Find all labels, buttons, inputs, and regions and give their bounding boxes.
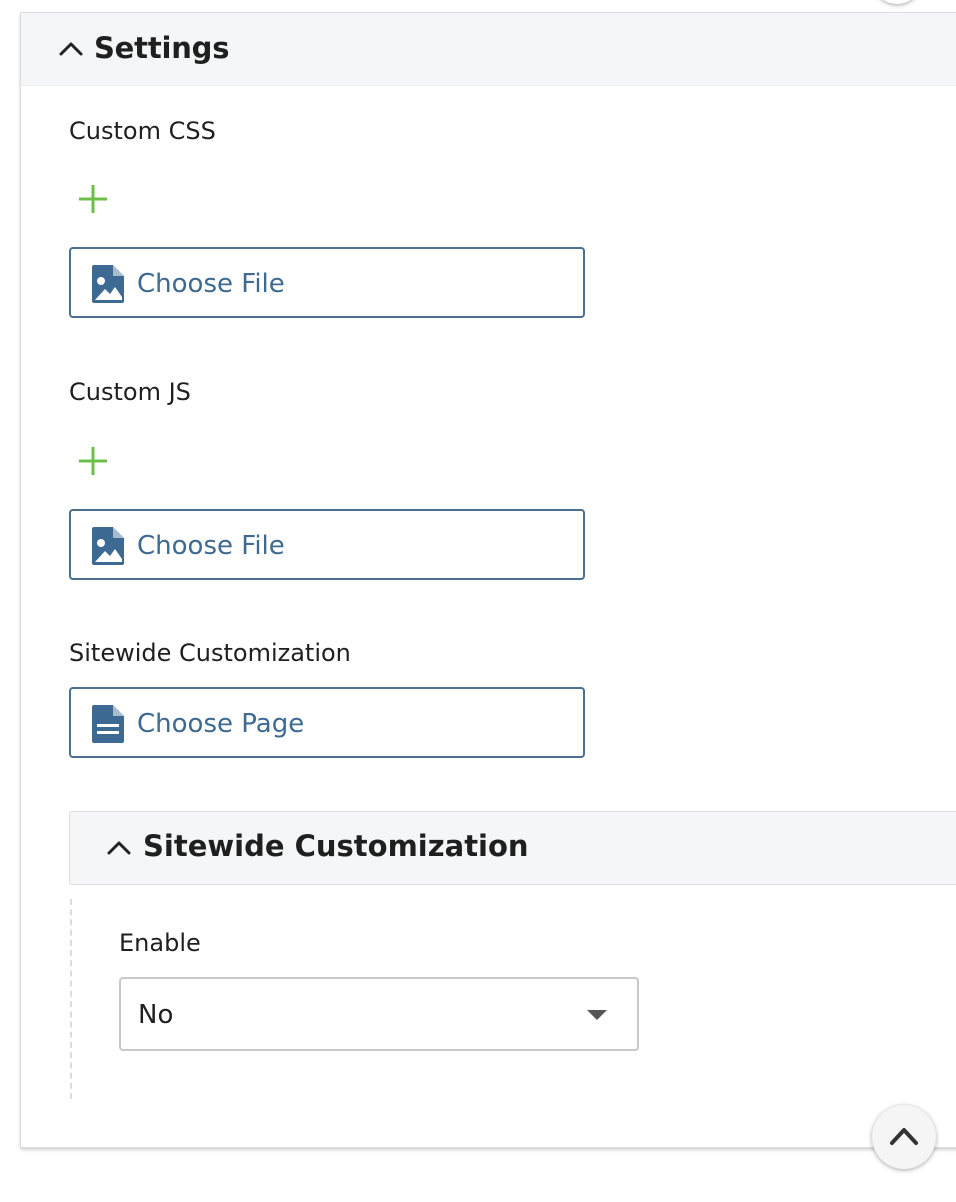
chevron-up-icon bbox=[107, 841, 131, 855]
enable-select[interactable]: No bbox=[119, 977, 639, 1051]
settings-panel-header[interactable]: Settings bbox=[21, 13, 956, 86]
enable-label: Enable bbox=[119, 929, 201, 957]
sitewide-customization-panel-header[interactable]: Sitewide Customization bbox=[69, 811, 956, 885]
settings-panel: Settings Custom CSS Choose File Custom J… bbox=[20, 12, 956, 1148]
add-js-icon[interactable] bbox=[77, 445, 109, 477]
enable-select-value: No bbox=[138, 1000, 174, 1030]
custom-js-label: Custom JS bbox=[69, 378, 191, 406]
scroll-to-top-button[interactable] bbox=[872, 1105, 936, 1169]
sitewide-customization-panel-title: Sitewide Customization bbox=[143, 829, 529, 863]
chevron-up-icon bbox=[59, 42, 83, 56]
sitewide-customization-label: Sitewide Customization bbox=[69, 639, 351, 667]
nested-indent-rule bbox=[70, 899, 72, 1099]
sitewide-customization-button-label: Choose Page bbox=[137, 709, 305, 739]
file-image-icon bbox=[92, 527, 124, 565]
custom-js-choose-file-button[interactable]: Choose File bbox=[69, 509, 585, 580]
file-text-icon bbox=[92, 705, 124, 743]
file-image-icon bbox=[92, 265, 124, 303]
add-css-icon[interactable] bbox=[77, 183, 109, 215]
custom-css-label: Custom CSS bbox=[69, 117, 216, 145]
sitewide-customization-choose-page-button[interactable]: Choose Page bbox=[69, 687, 585, 758]
caret-down-icon bbox=[587, 1010, 607, 1020]
floating-button-partial bbox=[872, 0, 922, 4]
settings-panel-title: Settings bbox=[94, 31, 230, 65]
custom-css-choose-file-button[interactable]: Choose File bbox=[69, 247, 585, 318]
chevron-up-icon bbox=[890, 1128, 918, 1145]
custom-css-button-label: Choose File bbox=[137, 269, 285, 299]
custom-js-button-label: Choose File bbox=[137, 531, 285, 561]
